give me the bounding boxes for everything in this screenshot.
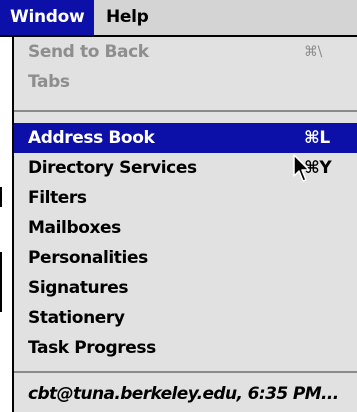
menu-item-address-book[interactable]: Address Book ⌘L [14, 123, 357, 153]
menu-item-filters[interactable]: Filters [14, 183, 357, 213]
menu-item-label: Send to Back [28, 42, 149, 62]
menu-item-shortcut: ⌘\ [304, 44, 322, 60]
menu-item-label: Directory Services [28, 158, 197, 178]
menu-item-label: Mailboxes [28, 218, 121, 238]
menu-help[interactable]: Help [96, 0, 159, 35]
menu-separator [14, 371, 357, 373]
window-edge-mark [0, 187, 2, 207]
menu-item-label: Tabs [28, 72, 70, 92]
menu-item-shortcut: ⌘L [304, 128, 330, 148]
menu-window[interactable]: Window [0, 0, 95, 35]
window-menu-dropdown: Send to Back ⌘\ Tabs Address Book ⌘L Dir… [12, 37, 357, 412]
arrow-cursor-icon [293, 154, 310, 182]
menu-item-tabs: Tabs [14, 67, 357, 97]
menu-item-label: Personalities [28, 248, 148, 268]
menu-item-stationery[interactable]: Stationery [14, 303, 357, 333]
menu-item-label: Stationery [28, 308, 125, 328]
background-window-edge [0, 37, 12, 412]
menu-item-label: Signatures [28, 278, 129, 298]
menu-item-open-window[interactable]: cbt@tuna.berkeley.edu, 6:35 PM... [14, 379, 357, 409]
menu-item-send-to-back: Send to Back ⌘\ [14, 37, 357, 67]
menu-bar: Window Help [0, 0, 357, 37]
menu-item-task-progress[interactable]: Task Progress [14, 333, 357, 363]
menu-item-mailboxes[interactable]: Mailboxes [14, 213, 357, 243]
menu-item-label: Address Book [28, 128, 155, 148]
menu-item-label: Task Progress [28, 338, 156, 358]
menu-item-personalities[interactable]: Personalities [14, 243, 357, 273]
menu-item-label: cbt@tuna.berkeley.edu, 6:35 PM... [28, 384, 339, 404]
window-edge-mark [0, 252, 2, 312]
menu-item-label: Filters [28, 188, 87, 208]
menu-item-signatures[interactable]: Signatures [14, 273, 357, 303]
menu-separator [14, 110, 357, 112]
